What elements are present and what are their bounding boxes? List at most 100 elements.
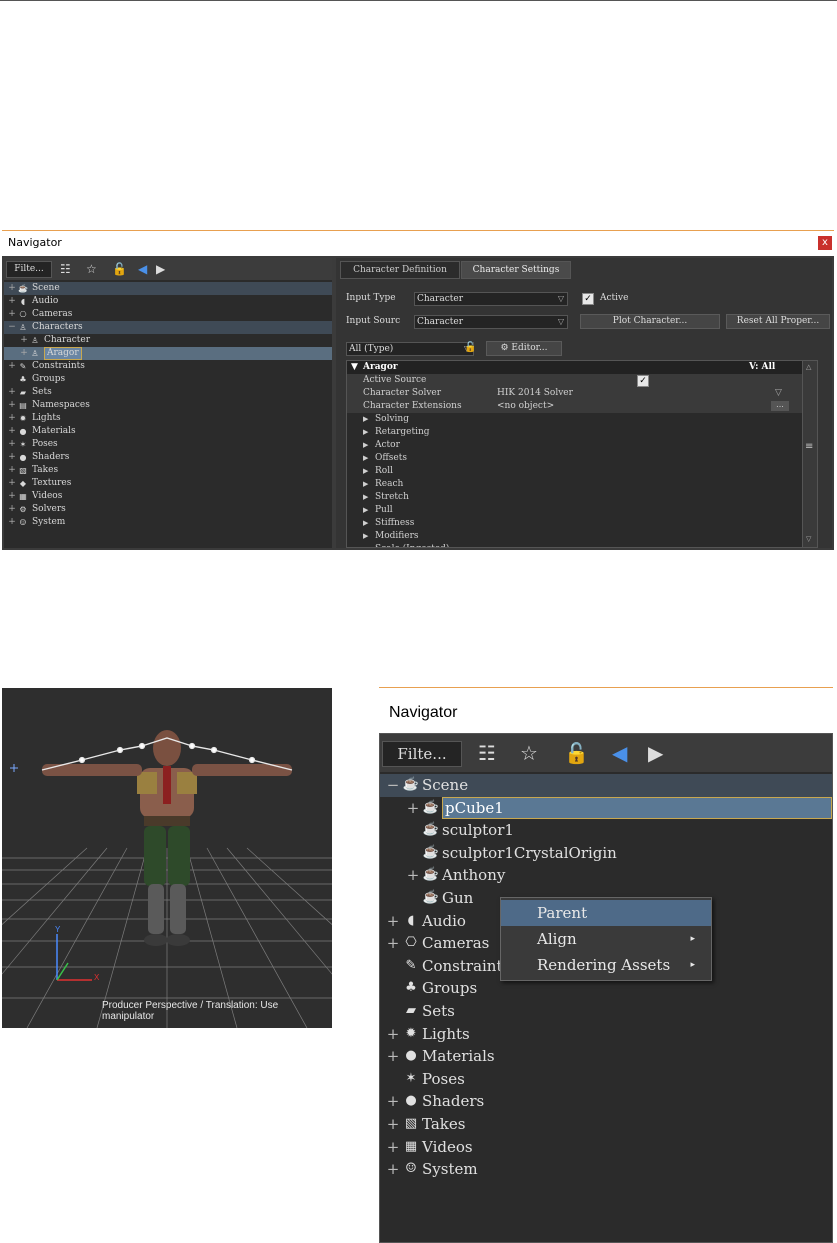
tree-item[interactable]: + ☕ Scene [4,282,332,295]
tree-item[interactable]: − ☕ Scene [380,774,832,797]
editor-button[interactable]: ⚙ Editor... [486,341,562,356]
expand-toggle-icon[interactable]: + [386,1113,400,1135]
expand-triangle-icon[interactable]: ▶ [363,504,368,517]
expand-toggle-icon[interactable]: + [8,295,16,308]
property-row[interactable]: Character Extensions <no object> ... [347,400,802,413]
tree-item[interactable]: ♣ Groups [4,373,332,386]
property-row[interactable]: Character Solver HIK 2014 Solver ▽ [347,387,802,400]
expand-toggle-icon[interactable]: + [406,864,420,886]
list-view-icon[interactable]: ☷ [478,740,496,766]
tree-item[interactable]: + ☕ pCube1 [380,796,832,820]
property-group-row[interactable]: ▶ Stiffness [347,517,802,530]
expand-toggle-icon[interactable]: − [386,774,400,796]
expand-triangle-icon[interactable]: ▶ [363,452,368,465]
expand-toggle-icon[interactable]: + [8,360,16,373]
expand-toggle-icon[interactable]: + [8,399,16,412]
property-group-row[interactable]: ▶ Offsets [347,452,802,465]
tree-item[interactable]: + ☕ Anthony [380,864,832,887]
expand-toggle-icon[interactable]: + [8,464,16,477]
expand-toggle-icon[interactable]: + [386,1023,400,1045]
expand-toggle-icon[interactable]: + [8,386,16,399]
tab-character-settings[interactable]: Character Settings [461,261,571,279]
property-group-row[interactable]: ▶ Modifiers [347,530,802,543]
back-arrow-icon[interactable]: ◀ [138,261,147,277]
filter-button[interactable]: Filte... [6,261,52,278]
tree-item[interactable]: ☕ sculptor1CrystalOrigin [380,842,832,865]
forward-arrow-icon[interactable]: ▶ [156,261,165,277]
property-group-row[interactable]: ▶ Reach [347,478,802,491]
chevron-down-icon[interactable]: ▽ [775,387,782,400]
tree-item[interactable]: + ✹ Lights [4,412,332,425]
tree-item[interactable]: + ▧ Takes [4,464,332,477]
tree-item[interactable]: + ⚙ Solvers [4,503,332,516]
expand-toggle-icon[interactable]: + [8,503,16,516]
tree-item[interactable]: + ✶ Poses [4,438,332,451]
tab-character-definition[interactable]: Character Definition [340,261,460,279]
tree-item[interactable]: + ● Materials [380,1045,832,1068]
type-filter-combo[interactable]: All (Type) ▽ [346,342,474,356]
input-source-combo[interactable]: Character ▽ [414,315,568,329]
lock-icon[interactable]: 🔓 [564,740,589,766]
expand-toggle-icon[interactable]: + [20,347,28,360]
lock-icon[interactable]: 🔓 [464,340,476,356]
tree-item[interactable]: ▰ Sets [380,1000,832,1023]
expand-toggle-icon[interactable]: + [8,451,16,464]
expand-triangle-icon[interactable]: ▶ [363,478,368,491]
active-source-checkbox[interactable]: ✓ [637,375,649,387]
scroll-thumb-grip-icon[interactable]: ≡ [805,441,813,452]
expand-toggle-icon[interactable]: + [8,308,16,321]
expand-toggle-icon[interactable]: − [8,321,16,334]
expand-toggle-icon[interactable]: + [8,282,16,295]
tree-item[interactable]: + ▦ Videos [380,1136,832,1159]
expand-triangle-icon[interactable]: ▶ [363,530,368,543]
tree-item[interactable]: + ♙ Character [4,334,332,347]
favorites-select-icon[interactable]: ☆ [86,261,97,277]
property-group-row[interactable]: ▶ Solving [347,413,802,426]
plot-character-button[interactable]: Plot Character... [580,314,720,329]
viewport-canvas[interactable]: Y X [2,688,332,1028]
scroll-down-icon[interactable]: ▽ [806,535,811,543]
expand-toggle-icon[interactable]: + [8,425,16,438]
expand-toggle-icon[interactable]: + [8,438,16,451]
context-menu-item[interactable]: Rendering Assets ▸ [501,952,711,978]
expand-toggle-icon[interactable]: + [8,412,16,425]
tree-item[interactable]: + ▧ Takes [380,1113,832,1136]
tree-item[interactable]: + ● Shaders [4,451,332,464]
favorites-select-icon[interactable]: ☆ [520,740,538,766]
expand-triangle-icon[interactable]: ▶ [363,491,368,504]
expand-toggle-icon[interactable]: + [386,1090,400,1112]
vertical-scrollbar[interactable]: △ ≡ ▽ [802,361,817,547]
tree-item[interactable]: − ♙ Characters [4,321,332,334]
tree-item[interactable]: + ⎔ Cameras [4,308,332,321]
property-group-row[interactable]: ▶ Pull [347,504,802,517]
expand-toggle-icon[interactable]: + [386,1045,400,1067]
context-menu-item[interactable]: Align ▸ [501,926,711,952]
property-group-row[interactable]: ▶ Retargeting [347,426,802,439]
3d-viewport[interactable]: Y X Producer Perspective / Translation: … [2,688,332,1028]
tree-item[interactable]: + ▰ Sets [4,386,332,399]
expand-toggle-icon[interactable]: + [20,334,28,347]
tree-item[interactable]: + ▤ Namespaces [4,399,332,412]
expand-toggle-icon[interactable]: + [386,932,400,954]
expand-toggle-icon[interactable]: + [8,490,16,503]
tree-item[interactable]: + ◆ Textures [4,477,332,490]
tree-item[interactable]: ☕ sculptor1 [380,819,832,842]
grid-header-row[interactable]: ▼ Aragor V: All [347,361,802,374]
reset-all-properties-button[interactable]: Reset All Proper... [726,314,830,329]
tree-item[interactable]: + ● Shaders [380,1090,832,1113]
list-view-icon[interactable]: ☷ [60,261,71,277]
forward-arrow-icon[interactable]: ▶ [648,740,663,766]
expand-triangle-icon[interactable]: ▶ [363,465,368,478]
tree-item[interactable]: + ♙ Aragor [4,347,332,360]
expand-toggle-icon[interactable]: + [8,516,16,529]
property-group-row[interactable]: ▶ Stretch [347,491,802,504]
expand-triangle-icon[interactable]: ▶ [363,413,368,426]
close-button[interactable]: x [818,236,832,250]
expand-toggle-icon[interactable]: + [386,1136,400,1158]
expand-triangle-icon[interactable]: ▶ [363,517,368,530]
active-checkbox[interactable]: ✓ [582,293,594,305]
back-arrow-icon[interactable]: ◀ [612,740,627,766]
tree-item[interactable]: + ☺ System [4,516,332,529]
lock-icon[interactable]: 🔓 [112,261,127,277]
scroll-up-icon[interactable]: △ [806,363,811,371]
